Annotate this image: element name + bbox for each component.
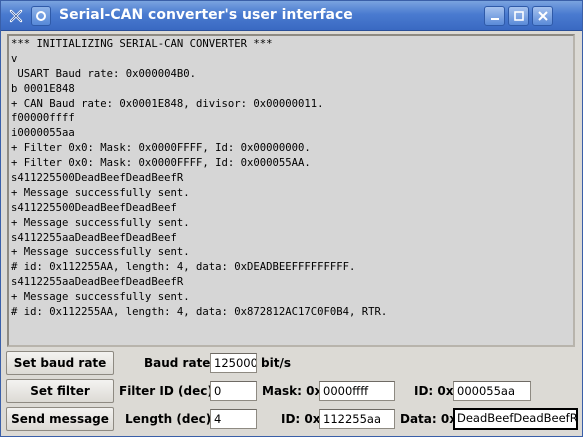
mask-input[interactable]: 0000ffff: [319, 381, 395, 401]
send-message-button[interactable]: Send message: [6, 407, 114, 431]
filter-mask-id-label: ID: 0x: [414, 384, 454, 398]
message-id-input[interactable]: 112255aa: [319, 409, 395, 429]
close-icon: [537, 11, 548, 21]
gear-icon: [36, 11, 46, 21]
window-title: Serial-CAN converter's user interface: [59, 7, 353, 23]
console-line: + Message successfully sent.: [11, 186, 190, 199]
console-line: USART Baud rate: 0x000004B0.: [11, 67, 196, 80]
console-line: s411225500DeadBeefDeadBeefR: [11, 172, 184, 185]
length-label: Length (dec):: [125, 412, 216, 426]
console-line: v: [11, 52, 18, 65]
x-glyph-icon: [9, 9, 23, 23]
console-line: # id: 0x112255AA, length: 4, data: 0x872…: [11, 306, 388, 319]
filter-id-label: Filter ID (dec):: [119, 384, 218, 398]
main-window: Serial-CAN converter's user interface **…: [0, 0, 583, 437]
baud-rate-label: Baud rate:: [144, 356, 216, 370]
console-line: + Message successfully sent.: [11, 216, 190, 229]
console-line: # id: 0x112255AA, length: 4, data: 0xDEA…: [11, 261, 356, 274]
data-label: Data: 0x: [400, 412, 457, 426]
console-line: s411225500DeadBeefDeadBeef: [11, 201, 177, 214]
set-baud-rate-button[interactable]: Set baud rate: [6, 351, 114, 375]
maximize-icon: [513, 11, 524, 21]
minimize-icon: [490, 18, 499, 20]
title-bar[interactable]: Serial-CAN converter's user interface: [1, 1, 582, 31]
set-filter-button[interactable]: Set filter: [6, 379, 114, 403]
console-line: s4112255aaDeadBeefDeadBeef: [11, 231, 177, 244]
console-line: + Message successfully sent.: [11, 246, 190, 259]
length-input[interactable]: 4: [210, 409, 257, 429]
console-line: + CAN Baud rate: 0x0001E848, divisor: 0x…: [11, 97, 324, 110]
filter-mask-id-input[interactable]: 000055aa: [453, 381, 531, 401]
mask-label: Mask: 0x: [262, 384, 323, 398]
filter-id-input[interactable]: 0: [210, 381, 257, 401]
minimize-button[interactable]: [484, 6, 505, 26]
window-menu-icon[interactable]: [31, 6, 51, 26]
x-close-icon[interactable]: [6, 6, 26, 26]
baud-rate-input[interactable]: 125000: [210, 353, 257, 373]
maximize-button[interactable]: [508, 6, 529, 26]
close-button[interactable]: [532, 6, 553, 26]
console-line: *** INITIALIZING SERIAL-CAN CONVERTER **…: [11, 38, 273, 50]
console-line: b 0001E848: [11, 82, 75, 95]
data-input[interactable]: DeadBeefDeadBeefR: [453, 408, 578, 430]
console-output[interactable]: *** INITIALIZING SERIAL-CAN CONVERTER **…: [7, 34, 575, 347]
message-id-label: ID: 0x: [281, 412, 321, 426]
console-line: + Filter 0x0: Mask: 0x0000FFFF, Id: 0x00…: [11, 157, 311, 170]
console-line: i0000055aa: [11, 127, 75, 140]
baud-rate-unit-label: bit/s: [261, 356, 291, 370]
console-line: f00000ffff: [11, 112, 75, 125]
console-line: s4112255aaDeadBeefDeadBeefR: [11, 276, 184, 289]
console-line: + Message successfully sent.: [11, 291, 190, 304]
console-line: + Filter 0x0: Mask: 0x0000FFFF, Id: 0x00…: [11, 142, 311, 155]
